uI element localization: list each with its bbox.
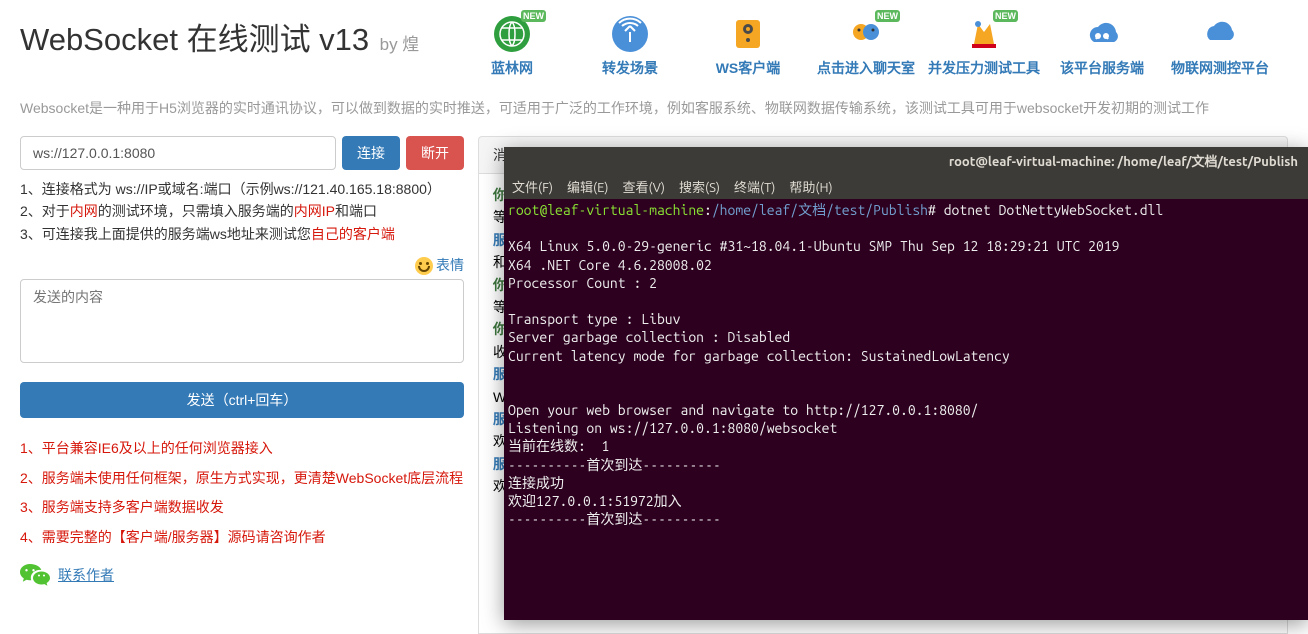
new-badge: NEW	[875, 10, 900, 22]
page-description: Websocket是一种用于H5浏览器的实时通讯协议，可以做到数据的实时推送，可…	[0, 84, 1308, 136]
send-button[interactable]: 发送（ctrl+回车）	[20, 382, 464, 418]
terminal-body: root@leaf-virtual-machine:/home/leaf/文档/…	[504, 199, 1308, 530]
nav-item-2[interactable]: WS客户端	[700, 14, 796, 78]
terminal-menu-item[interactable]: 编辑(E)	[567, 181, 608, 195]
terminal-menu-item[interactable]: 查看(V)	[623, 181, 665, 195]
nav-label: 物联网测控平台	[1171, 58, 1269, 78]
new-badge: NEW	[521, 10, 546, 22]
terminal-menu-item[interactable]: 帮助(H)	[789, 181, 832, 195]
terminal-titlebar: root@leaf-virtual-machine: /home/leaf/文档…	[504, 147, 1308, 174]
nav-item-3[interactable]: NEW点击进入聊天室	[818, 14, 914, 78]
message-input[interactable]	[20, 279, 464, 363]
terminal-menu-item[interactable]: 文件(F)	[512, 181, 553, 195]
connection-tips: 1、连接格式为 ws://IP或域名:端口（示例ws://121.40.165.…	[20, 178, 464, 245]
terminal-window[interactable]: root@leaf-virtual-machine: /home/leaf/文档…	[504, 147, 1308, 620]
new-badge: NEW	[993, 10, 1018, 22]
disconnect-button[interactable]: 断开	[406, 136, 464, 170]
wechat-icon	[20, 562, 50, 587]
connect-button[interactable]: 连接	[342, 136, 400, 170]
nav-label: 转发场景	[602, 58, 658, 78]
nav-item-4[interactable]: NEW并发压力测试工具	[936, 14, 1032, 78]
emoji-button[interactable]: 表情	[20, 255, 464, 275]
nav-label: 该平台服务端	[1060, 58, 1144, 78]
terminal-menu-item[interactable]: 终端(T)	[734, 181, 775, 195]
page-author: by 煌	[380, 35, 420, 54]
nav-item-0[interactable]: NEW蓝林网	[464, 14, 560, 78]
terminal-menubar[interactable]: 文件(F) 编辑(E) 查看(V) 搜索(S) 终端(T) 帮助(H)	[504, 174, 1308, 199]
nav-label: 并发压力测试工具	[928, 58, 1040, 78]
nav-label: WS客户端	[716, 58, 781, 78]
nav-label: 点击进入聊天室	[817, 58, 915, 78]
nav-item-6[interactable]: 物联网测控平台	[1172, 14, 1268, 78]
nav-item-5[interactable]: 该平台服务端	[1054, 14, 1150, 78]
nav-icon	[1200, 14, 1240, 54]
nav-icon	[610, 14, 650, 54]
nav-label: 蓝林网	[491, 58, 533, 78]
smiley-icon	[415, 257, 433, 275]
nav-icon	[728, 14, 768, 54]
nav-icon	[1082, 14, 1122, 54]
platform-notes: 1、平台兼容IE6及以上的任何浏览器接入 2、服务端未使用任何框架，原生方式实现…	[20, 434, 464, 552]
nav-item-1[interactable]: 转发场景	[582, 14, 678, 78]
page-title: WebSocket 在线测试 v13	[20, 22, 369, 57]
terminal-menu-item[interactable]: 搜索(S)	[679, 181, 720, 195]
contact-author-link[interactable]: 联系作者	[58, 565, 114, 585]
ws-url-input[interactable]	[20, 136, 336, 170]
